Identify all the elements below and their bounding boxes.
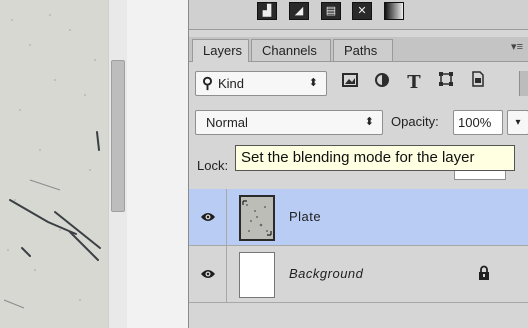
layer-thumbnail[interactable] (239, 252, 275, 298)
chevron-down-icon: ▾ (515, 117, 521, 128)
document-canvas[interactable] (0, 0, 108, 328)
scrollbar-thumb[interactable] (111, 60, 125, 212)
adjustment-filter-icon[interactable] (369, 71, 395, 95)
select-arrows-icon: ⬍ (308, 77, 318, 89)
workspace-gutter (127, 0, 188, 328)
search-icon: ⚲ (202, 75, 213, 92)
layer-visibility-toggle[interactable] (189, 189, 227, 245)
image-filter-icon[interactable] (337, 71, 363, 95)
panel-tabbar: Layers Channels Paths ▾≡ (189, 37, 528, 62)
eye-icon (201, 270, 215, 278)
opacity-input[interactable]: 100% (453, 110, 503, 135)
tab-channels-label: Channels (262, 43, 317, 58)
lock-icon[interactable] (477, 265, 491, 281)
levels-adjustment-icon[interactable]: ▟ (257, 2, 277, 20)
shape-filter-icon[interactable] (433, 71, 459, 95)
blend-mode-tooltip: Set the blending mode for the layer (235, 145, 515, 171)
type-filter-icon[interactable]: T (401, 71, 427, 95)
channel-mixer-adjustment-icon[interactable]: ✕ (352, 2, 372, 20)
eye-icon (201, 213, 215, 221)
curves-adjustment-icon[interactable]: ◢ (289, 2, 309, 20)
layer-visibility-toggle[interactable] (189, 246, 227, 302)
tab-layers[interactable]: Layers (192, 39, 249, 62)
filter-kind-label: Kind (218, 76, 245, 91)
blend-mode-select[interactable]: Normal ⬍ (195, 110, 383, 135)
tab-channels[interactable]: Channels (251, 39, 331, 61)
blend-mode-value: Normal (206, 115, 248, 130)
panel-menu-icon[interactable]: ▾≡ (511, 40, 523, 53)
gradient-map-adjustment-icon[interactable] (384, 2, 404, 20)
tab-paths[interactable]: Paths (333, 39, 393, 61)
smart-object-filter-icon[interactable] (465, 71, 491, 95)
layers-list-empty-area (189, 303, 528, 328)
filter-toggle-switch[interactable] (519, 71, 528, 96)
layer-name[interactable]: Plate (289, 209, 321, 224)
opacity-value: 100% (458, 115, 492, 130)
layer-row-plate[interactable]: Plate (189, 189, 528, 246)
adjustments-strip: ▟ ◢ ▤ ✕ (189, 0, 528, 30)
layer-name[interactable]: Background (289, 266, 363, 281)
filter-kind-select[interactable]: ⚲ Kind ⬍ (195, 71, 327, 96)
opacity-dropdown-button[interactable]: ▾ (507, 110, 528, 135)
tab-layers-label: Layers (203, 43, 243, 58)
canvas-image (0, 0, 108, 328)
lock-label: Lock: (197, 158, 229, 173)
hue-saturation-adjustment-icon[interactable]: ▤ (321, 2, 341, 20)
layer-row-background[interactable]: Background (189, 246, 528, 303)
canvas-vertical-scrollbar[interactable] (108, 0, 128, 328)
tab-paths-label: Paths (344, 43, 378, 58)
opacity-label: Opacity: (391, 114, 439, 129)
select-arrows-icon: ⬍ (364, 116, 374, 128)
layer-thumbnail[interactable] (239, 195, 275, 241)
